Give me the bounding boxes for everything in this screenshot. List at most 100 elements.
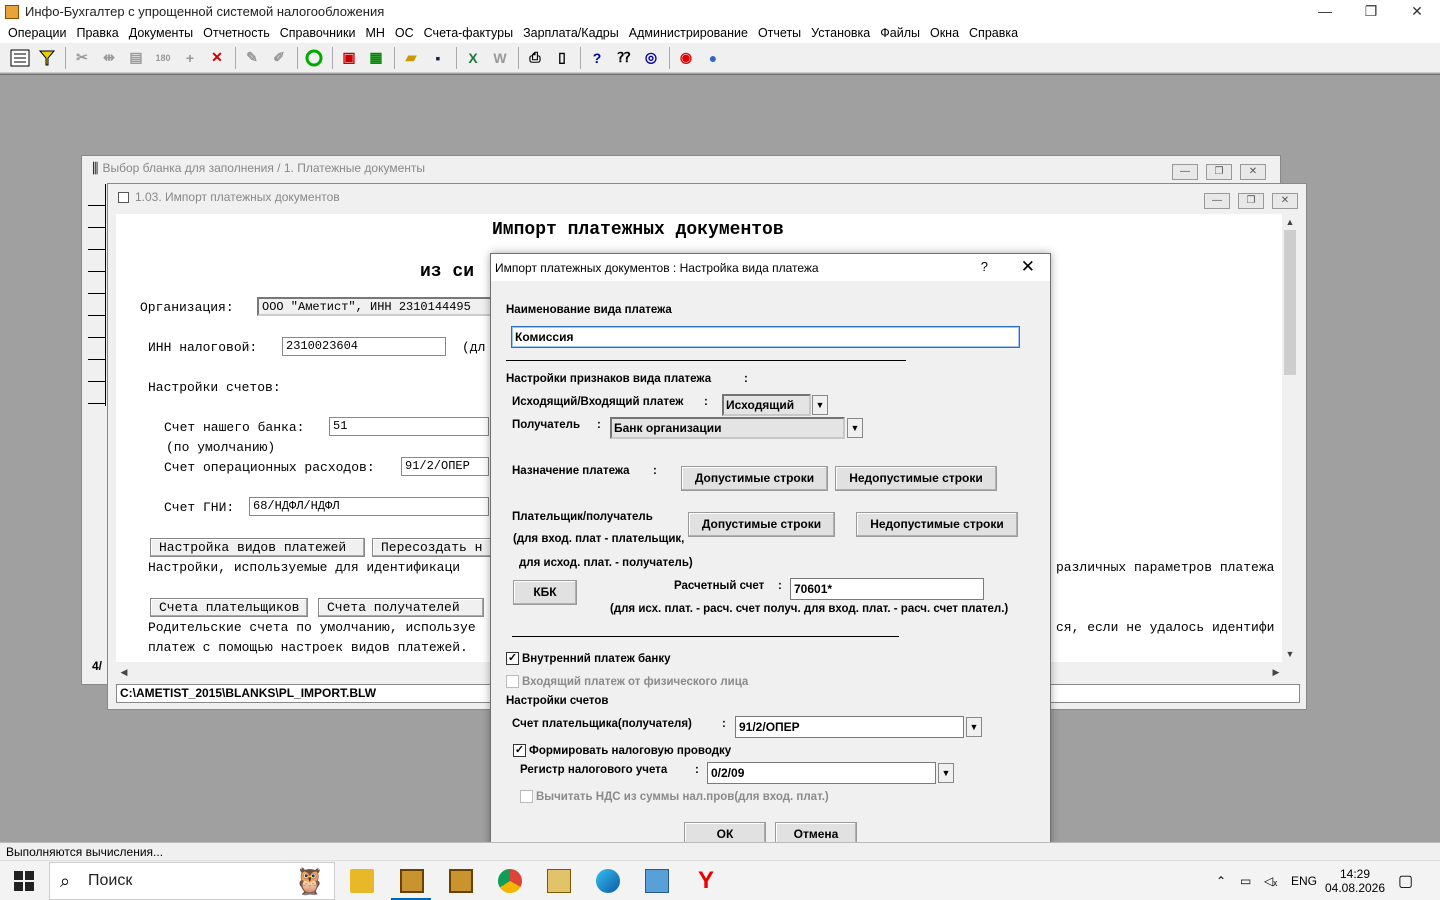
filter-icon[interactable]: [36, 47, 58, 69]
menu-item-os[interactable]: ОС: [390, 26, 419, 40]
menu-item-edit[interactable]: Правка: [71, 26, 123, 40]
network-icon[interactable]: ▭: [1240, 861, 1251, 900]
menu-item-operations[interactable]: Операции: [3, 26, 71, 40]
accounting-app-2-icon[interactable]: [449, 869, 473, 893]
payer-disallowed-button[interactable]: Недопустимые строки: [856, 512, 1018, 537]
menu-item-windows[interactable]: Окна: [925, 26, 964, 40]
oper-account-field[interactable]: 91/2/ОПЕР: [401, 457, 489, 476]
close-button[interactable]: ✕: [1272, 193, 1298, 209]
help-icon[interactable]: ?: [586, 47, 608, 69]
menu-item-admin[interactable]: Администрирование: [624, 26, 753, 40]
calculator-icon[interactable]: ▦: [365, 47, 387, 69]
account-input[interactable]: 70601*: [790, 578, 984, 600]
menu-item-mn[interactable]: МН: [360, 26, 389, 40]
chevron-down-icon[interactable]: ▼: [938, 763, 954, 783]
pen-icon[interactable]: ✎: [241, 47, 263, 69]
menu-item-references[interactable]: Справочники: [275, 26, 361, 40]
minimize-button[interactable]: —: [1302, 0, 1348, 23]
menu-item-files[interactable]: Файлы: [875, 26, 925, 40]
incoming-person-checkbox[interactable]: [506, 675, 519, 688]
edge-icon[interactable]: [596, 869, 620, 893]
list-icon[interactable]: [9, 47, 31, 69]
volume-icon[interactable]: ◁ₓ: [1264, 861, 1277, 900]
scroll-down-icon[interactable]: ▼: [1282, 646, 1298, 662]
chrome-icon[interactable]: [498, 869, 522, 893]
receiver-select[interactable]: Банк организации: [610, 417, 845, 439]
kbk-button[interactable]: КБК: [513, 580, 577, 605]
payer-accounts-button[interactable]: Счета плательщиков: [150, 598, 308, 617]
paste-icon[interactable]: ▤: [125, 47, 147, 69]
purpose-allowed-button[interactable]: Допустимые строки: [681, 466, 828, 491]
scroll-up-icon[interactable]: ▲: [1282, 214, 1298, 230]
menu-item-help[interactable]: Справка: [964, 26, 1023, 40]
register-input[interactable]: 0/2/09: [707, 762, 936, 784]
clock[interactable]: 14:29 04.08.2026: [1325, 861, 1385, 900]
minimize-button[interactable]: —: [1204, 193, 1230, 209]
save-icon[interactable]: ▪: [427, 47, 449, 69]
close-button[interactable]: ✕: [1394, 0, 1440, 23]
chevron-down-icon[interactable]: ▼: [847, 418, 863, 438]
open-folder-icon[interactable]: ▰: [400, 47, 422, 69]
multi-pen-icon[interactable]: ✐: [268, 47, 290, 69]
accounting-app-icon[interactable]: [400, 869, 424, 893]
menu-item-payroll[interactable]: Зарплата/Кадры: [518, 26, 624, 40]
chevron-down-icon[interactable]: ▼: [966, 717, 982, 737]
maximize-button[interactable]: ❐: [1238, 193, 1264, 209]
notes-app-icon[interactable]: [547, 869, 571, 893]
scroll-left-icon[interactable]: ◀: [116, 664, 132, 680]
globe-icon[interactable]: ●: [702, 47, 724, 69]
taskbar-search[interactable]: ⌕ Поиск 🦉: [49, 862, 335, 900]
minimize-button[interactable]: —: [1172, 164, 1198, 180]
payer-allowed-button[interactable]: Допустимые строки: [688, 512, 835, 537]
blank-list-grid[interactable]: [88, 184, 106, 406]
language-indicator[interactable]: ENG: [1291, 861, 1317, 900]
excel-icon[interactable]: X: [462, 47, 484, 69]
cut-icon[interactable]: ✂: [71, 47, 93, 69]
inn-field[interactable]: 2310023604: [282, 337, 446, 356]
tax-posting-checkbox[interactable]: ✓: [513, 744, 526, 757]
dialog-close-button[interactable]: ✕: [1021, 257, 1035, 277]
windows-start-icon[interactable]: [14, 871, 34, 891]
vat-checkbox[interactable]: [520, 790, 533, 803]
receiver-accounts-button[interactable]: Счета получателей: [318, 598, 484, 617]
vertical-scrollbar[interactable]: ▲ ▼: [1282, 214, 1298, 662]
preview-icon[interactable]: ▯: [551, 47, 573, 69]
lifebuoy-icon[interactable]: ◉: [675, 47, 697, 69]
maximize-button[interactable]: ❐: [1206, 164, 1232, 180]
print-icon[interactable]: ⎙: [524, 47, 546, 69]
context-help-icon[interactable]: ⁇: [613, 47, 635, 69]
name-input[interactable]: Комиссия: [511, 326, 1020, 348]
recreate-button[interactable]: Пересоздать н: [372, 538, 492, 557]
bank-account-field[interactable]: 51: [329, 417, 489, 436]
menu-item-setup[interactable]: Установка: [806, 26, 875, 40]
payer-account-input[interactable]: 91/2/ОПЕР: [735, 716, 964, 738]
menu-item-invoices[interactable]: Счета-фактуры: [419, 26, 518, 40]
chevron-down-icon[interactable]: ▼: [812, 395, 828, 415]
menu-item-reporting[interactable]: Отчетность: [198, 26, 275, 40]
yandex-browser-icon[interactable]: Y: [694, 869, 718, 893]
help-button[interactable]: ?: [981, 259, 988, 274]
notifications-icon[interactable]: ▢: [1398, 861, 1413, 900]
menu-item-documents[interactable]: Документы: [124, 26, 198, 40]
delete-icon[interactable]: ✕: [206, 47, 228, 69]
maximize-button[interactable]: ❐: [1348, 0, 1394, 23]
document-icon[interactable]: ▣: [338, 47, 360, 69]
direction-select[interactable]: Исходящий: [722, 394, 811, 416]
word-icon[interactable]: W: [489, 47, 511, 69]
purpose-disallowed-button[interactable]: Недопустимые строки: [835, 466, 997, 491]
compass-icon[interactable]: ◎: [640, 47, 662, 69]
move-icon[interactable]: ⇹: [98, 47, 120, 69]
rotate-icon[interactable]: 180: [152, 47, 174, 69]
org-field[interactable]: ООО "Аметист", ИНН 2310144495: [257, 297, 497, 316]
gni-account-field[interactable]: 68/НДФЛ/НДФЛ: [249, 497, 489, 516]
add-icon[interactable]: +: [179, 47, 201, 69]
payment-types-button[interactable]: Настройка видов платежей: [150, 538, 365, 557]
control-panel-icon[interactable]: [645, 869, 669, 893]
refresh-icon[interactable]: [303, 47, 325, 69]
scroll-right-icon[interactable]: ▶: [1268, 664, 1284, 680]
file-explorer-icon[interactable]: [350, 869, 374, 893]
scroll-thumb[interactable]: [1284, 230, 1296, 375]
close-button[interactable]: ✕: [1240, 164, 1266, 180]
menu-item-reports[interactable]: Отчеты: [753, 26, 806, 40]
tray-chevron-icon[interactable]: ⌃: [1216, 861, 1226, 900]
